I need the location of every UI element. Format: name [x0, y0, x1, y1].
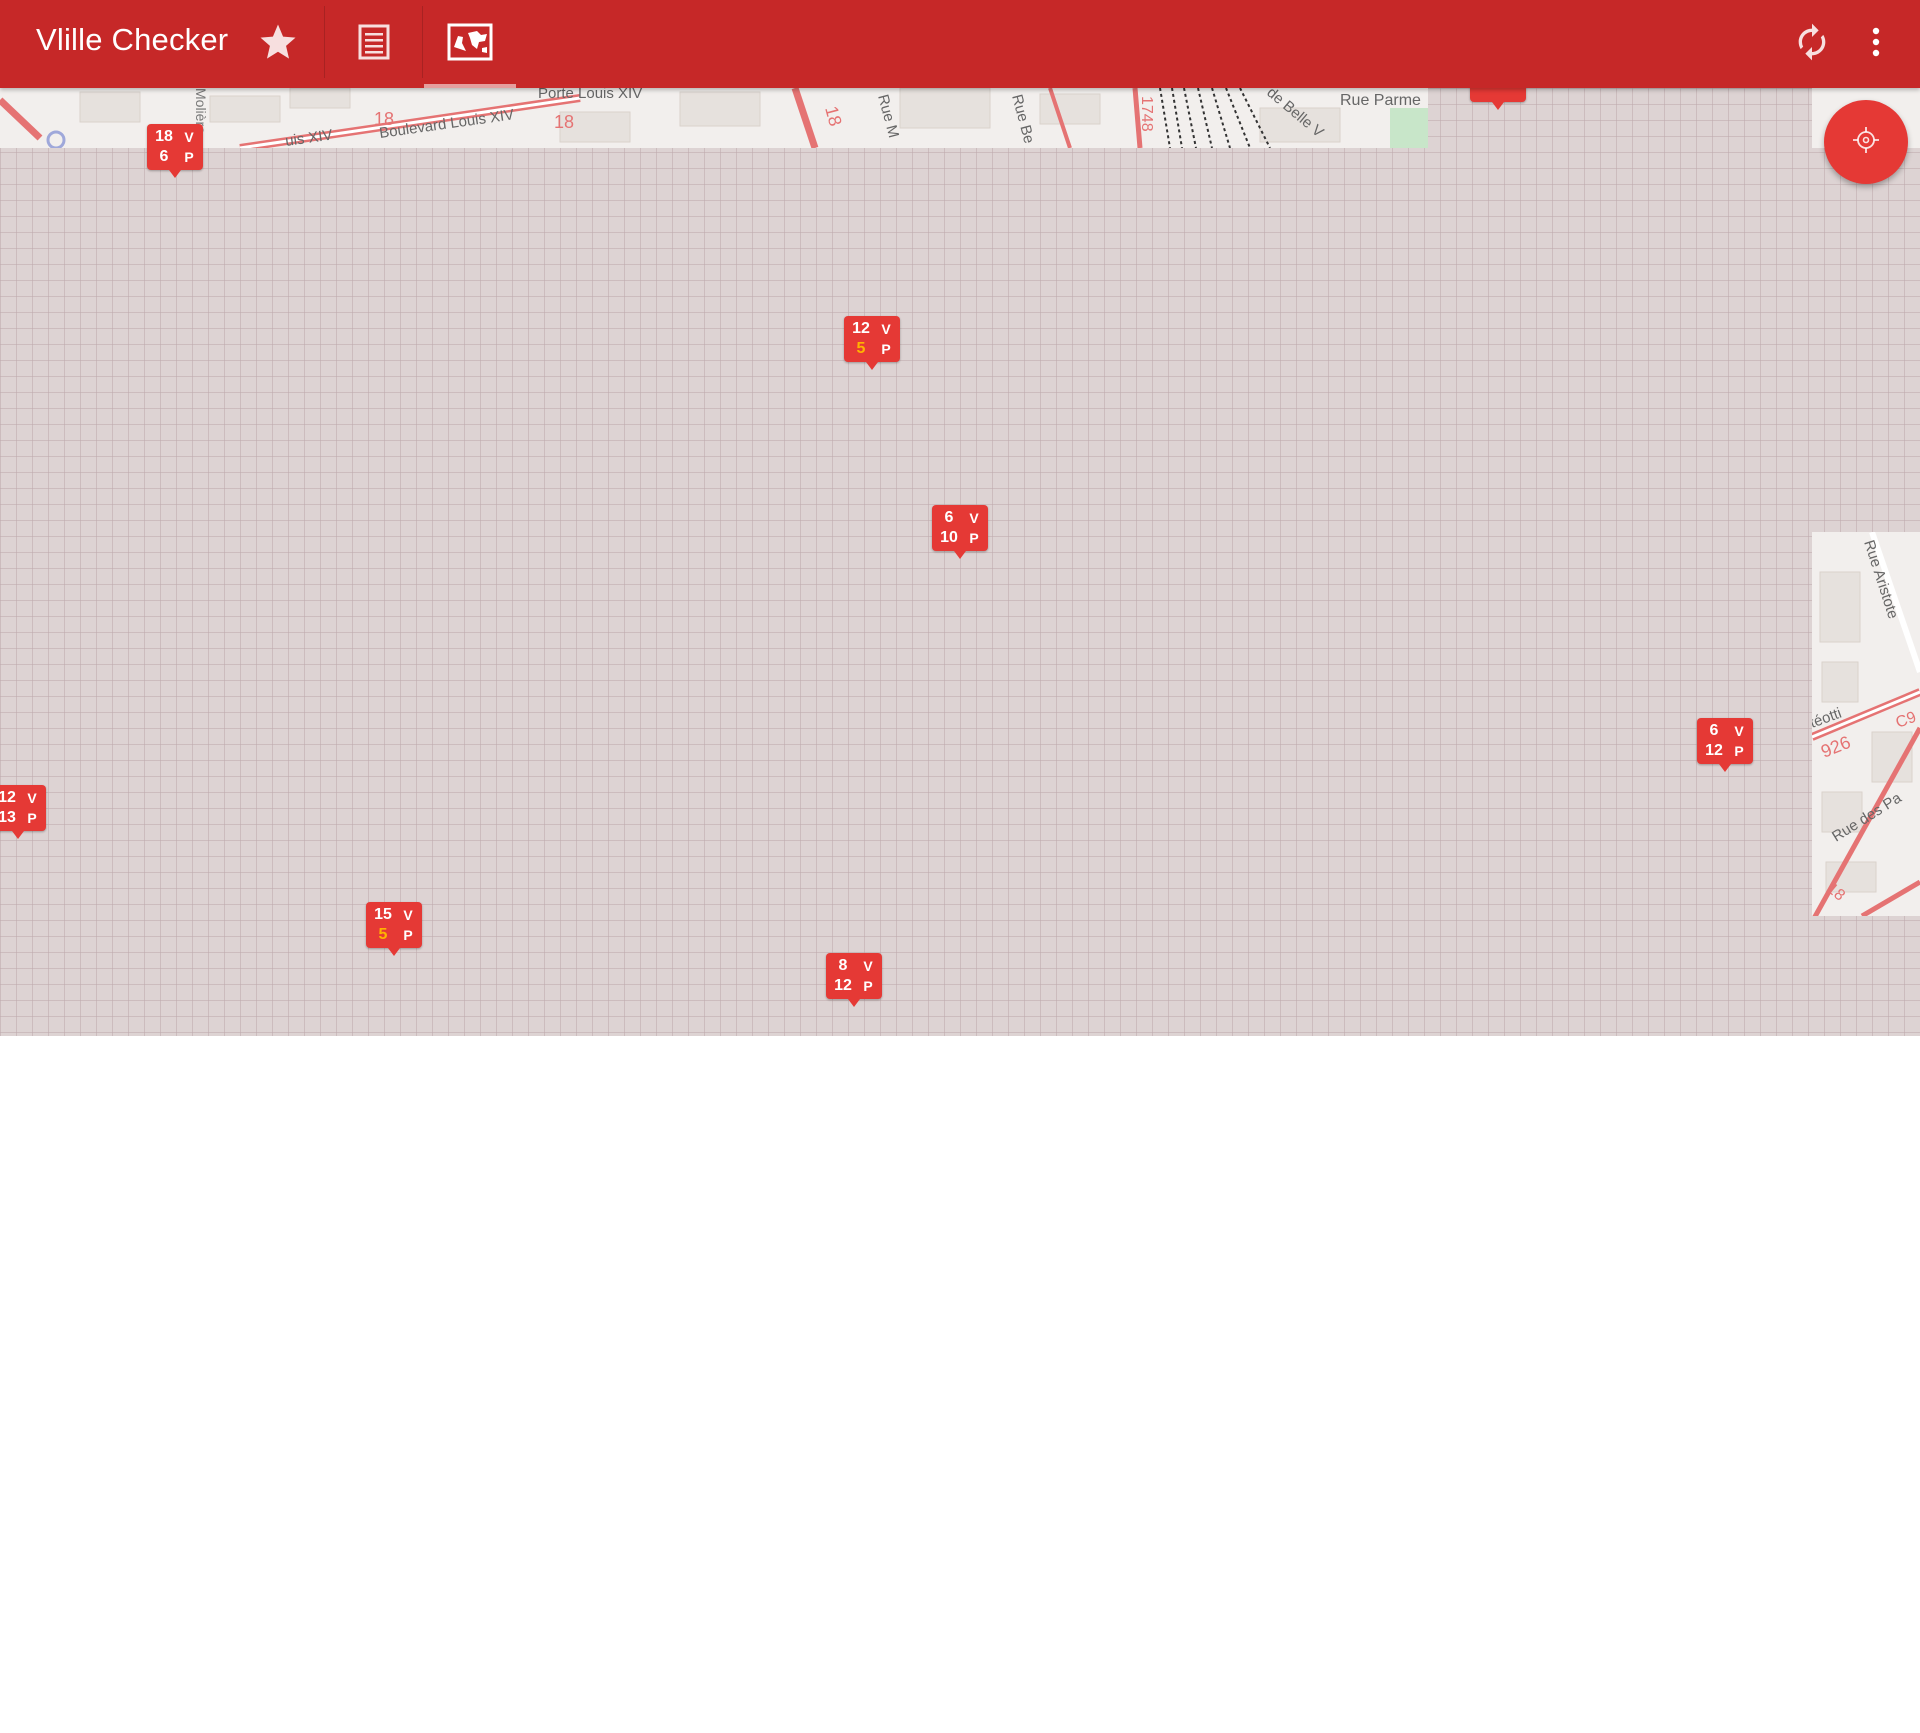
- marker-places-letter: P: [969, 530, 979, 546]
- marker-places-letter: P: [881, 341, 891, 357]
- app-title: Vlille Checker: [36, 22, 229, 57]
- overflow-menu-button[interactable]: [1846, 14, 1906, 74]
- station-marker[interactable]: 8V 12 P: [826, 953, 882, 1007]
- refresh-button[interactable]: [1782, 14, 1842, 74]
- map-label: Rue Parme: [1340, 92, 1421, 109]
- marker-places-count: 12: [834, 977, 852, 994]
- marker-bikes-letter: V: [403, 907, 413, 923]
- station-marker[interactable]: 15 V 5P: [366, 902, 422, 956]
- marker-places-letter: P: [1734, 743, 1744, 759]
- station-marker[interactable]: 6V 10 P: [932, 505, 988, 559]
- marker-places-count: 12: [1705, 742, 1723, 759]
- my-location-button[interactable]: [1824, 100, 1908, 184]
- map-tile: Rue Aristote téotti C9 926 Rue des Pa 18: [1812, 532, 1920, 916]
- marker-places-count: 5: [856, 340, 866, 357]
- marker-bikes-letter: V: [881, 321, 891, 337]
- selected-tab-indicator: [424, 84, 516, 88]
- marker-places-letter: P: [27, 810, 37, 826]
- marker-bikes-letter: V: [27, 790, 37, 806]
- station-marker[interactable]: 12 V 13 P: [0, 785, 46, 839]
- tab-divider: [324, 6, 325, 78]
- marker-places-count: 5: [378, 926, 388, 943]
- map-icon: [447, 23, 493, 66]
- station-marker[interactable]: 12 V 5P: [844, 316, 900, 370]
- tab-stations-list[interactable]: [326, 0, 422, 88]
- tab-divider: [422, 6, 423, 78]
- station-marker-hidden[interactable]: [1470, 88, 1526, 110]
- map-label: Porte Louis XIV: [538, 88, 642, 102]
- marker-places-count: 6: [159, 148, 169, 165]
- marker-bikes-count: 6: [944, 509, 954, 526]
- map-view[interactable]: Porte Louis XIV Boulevard Louis XIV uis …: [0, 88, 1920, 1036]
- marker-bikes-letter: V: [863, 958, 873, 974]
- marker-bikes-letter: V: [184, 129, 194, 145]
- marker-bikes-count: 8: [838, 957, 848, 974]
- map-roads: Porte Louis XIV Boulevard Louis XIV uis …: [0, 88, 1428, 148]
- marker-bikes-count: 12: [852, 320, 870, 337]
- more-vert-icon: [1870, 26, 1882, 63]
- star-icon: [257, 21, 299, 68]
- map-tile: Porte Louis XIV Boulevard Louis XIV uis …: [0, 88, 1428, 148]
- marker-places-letter: P: [863, 978, 873, 994]
- marker-bikes-count: 15: [374, 906, 392, 923]
- marker-bikes-letter: V: [1734, 723, 1744, 739]
- marker-places-letter: P: [403, 927, 413, 943]
- app-bar: Vlille Checker: [0, 0, 1920, 88]
- map-roads: Rue Aristote téotti C9 926 Rue des Pa 18: [1812, 532, 1920, 916]
- tab-map[interactable]: [424, 0, 516, 88]
- map-label: 18: [554, 112, 574, 132]
- marker-bikes-letter: V: [969, 510, 979, 526]
- map-label: 1748: [1138, 96, 1155, 132]
- my-location-icon: [1851, 125, 1881, 160]
- marker-places-letter: P: [184, 149, 194, 165]
- refresh-icon: [1792, 22, 1832, 67]
- marker-bikes-count: 18: [155, 128, 173, 145]
- station-marker[interactable]: 6V 12 P: [1697, 718, 1753, 772]
- marker-bikes-count: 12: [0, 789, 16, 806]
- station-marker[interactable]: 18 V 6P: [147, 124, 203, 178]
- marker-places-count: 10: [940, 529, 958, 546]
- marker-bikes-count: 6: [1709, 722, 1719, 739]
- marker-places-count: 13: [0, 809, 16, 826]
- map-label: 18: [374, 109, 394, 129]
- tab-favorites[interactable]: [232, 0, 324, 88]
- list-icon: [357, 24, 391, 65]
